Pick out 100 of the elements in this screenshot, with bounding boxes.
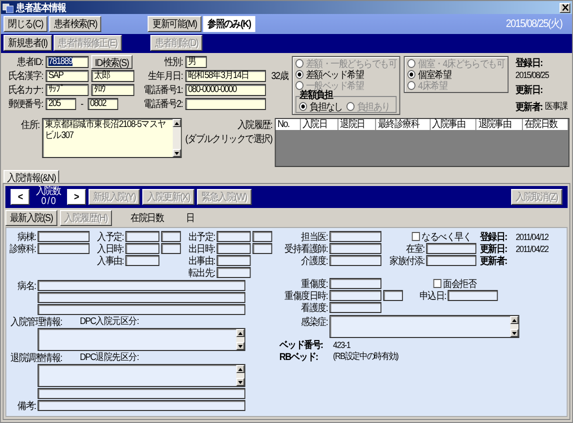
previous-button[interactable]: < [10, 189, 30, 205]
radio-option[interactable]: 差額ベッド希望 [295, 69, 397, 80]
scrollbar[interactable] [236, 329, 244, 350]
input-field[interactable] [216, 243, 251, 254]
input-field[interactable] [185, 98, 266, 110]
input-field[interactable]: ﾀﾛｳ [91, 84, 134, 96]
text-area[interactable] [38, 364, 246, 387]
column-header[interactable]: 退院日 [338, 119, 376, 130]
input-field[interactable] [38, 400, 246, 411]
tab[interactable]: 入院情報(&N) [4, 170, 60, 183]
info-value: 2011/04/22 [516, 244, 548, 254]
mode-tab[interactable]: 参照のみ(K) [203, 16, 256, 32]
input-field[interactable] [252, 231, 272, 242]
scroll-up-button[interactable] [236, 365, 244, 373]
group-title: 差額負担 [300, 91, 333, 101]
scrollbar[interactable] [172, 119, 181, 157]
field-label: 備考: [16, 400, 36, 412]
up-arrow-icon [238, 332, 243, 334]
action-button[interactable]: 新規患者(I) [4, 35, 52, 52]
input-field[interactable] [329, 278, 382, 289]
input-field[interactable]: 昭和58年3月14日 [185, 70, 266, 82]
column-header[interactable]: 退院事由 [476, 119, 522, 130]
scroll-up-button[interactable] [510, 316, 518, 324]
input-field[interactable] [125, 231, 160, 242]
input-field[interactable]: 080-0000-0000 [185, 84, 266, 96]
radio-option[interactable]: 負担なし [298, 101, 342, 112]
info-label: 更新日: [480, 242, 508, 255]
mode-tab[interactable]: 更新可能(M) [148, 16, 202, 32]
radio-option[interactable]: 個室希望 [407, 69, 505, 80]
text-area[interactable] [38, 328, 246, 351]
scroll-down-button[interactable] [236, 342, 244, 350]
input-field[interactable] [329, 243, 382, 254]
column-header[interactable]: 入院日 [300, 119, 338, 130]
checkbox-option[interactable]: 面会拒否 [433, 276, 476, 290]
input-field[interactable]: 205 [46, 98, 76, 110]
input-field[interactable] [252, 243, 272, 254]
toolbar-button[interactable]: 閉じる(C) [4, 16, 48, 32]
up-arrow-icon [174, 122, 180, 124]
scrollbar[interactable] [236, 365, 244, 386]
field-label: 出事由: [187, 254, 215, 268]
column-header[interactable]: 入院事由 [430, 119, 476, 130]
input-field[interactable]: 781889 [46, 56, 89, 68]
input-field[interactable]: SAP [46, 70, 89, 82]
field-label: 病名: [16, 280, 36, 292]
sub-tab[interactable]: 最新入院(S) [5, 210, 58, 226]
scroll-down-button[interactable] [172, 149, 181, 157]
field-label: 在室: [405, 242, 424, 256]
scroll-up-button[interactable] [236, 329, 244, 337]
input-field[interactable]: 太郎 [91, 70, 134, 82]
input-field[interactable] [329, 255, 382, 266]
selected-text: 781889 [48, 57, 72, 66]
input-field[interactable]: 男 [185, 56, 207, 68]
input-field[interactable] [426, 255, 476, 266]
input-field[interactable] [38, 280, 246, 291]
input-field[interactable] [216, 231, 251, 242]
field-label: 出日時: [187, 242, 215, 256]
input-field[interactable] [216, 255, 251, 266]
close-button[interactable] [560, 2, 570, 12]
input-field[interactable] [329, 302, 382, 313]
input-field[interactable] [383, 290, 403, 301]
column-header[interactable]: 最終診療科 [376, 119, 430, 130]
input-field[interactable]: 0802 [87, 98, 118, 110]
scroll-up-button[interactable] [172, 119, 181, 127]
text-area[interactable] [329, 315, 520, 338]
id-search-button[interactable]: ID検索(S) [91, 55, 132, 69]
field-label: 氏名漢字: [7, 70, 43, 83]
input-field[interactable] [38, 243, 90, 254]
address-field[interactable]: 東京都稲城市東長沼2108-5マスヤビル307 [42, 118, 182, 158]
stay-unit: 日 [186, 212, 194, 224]
input-field[interactable] [329, 290, 382, 301]
input-field[interactable] [161, 243, 181, 254]
input-field[interactable] [125, 243, 160, 254]
next-button[interactable]: > [66, 189, 86, 205]
toolbar-button[interactable]: 患者検索(R) [49, 16, 102, 32]
input-field[interactable] [216, 267, 251, 278]
input-field[interactable] [38, 292, 246, 303]
input-field[interactable] [38, 304, 246, 315]
scroll-down-button[interactable] [236, 378, 244, 386]
scrollbar[interactable] [510, 316, 518, 337]
column-header[interactable]: No. [276, 119, 301, 130]
input-field[interactable] [125, 255, 160, 266]
input-field[interactable] [38, 231, 90, 242]
info-label: RBベッド: [279, 350, 319, 364]
input-field[interactable] [38, 388, 246, 399]
info-value: 医事課 [545, 100, 568, 113]
section-label: 退院調整情報: [10, 352, 62, 364]
scroll-down-button[interactable] [510, 329, 518, 337]
input-field[interactable] [426, 243, 476, 254]
history-table[interactable]: No. 入院日 退院日 最終診療科 入院事由 退院事由 在院日数 [274, 118, 570, 167]
input-field[interactable]: ｻｯﾌﾟ [46, 84, 89, 96]
input-field[interactable] [161, 231, 181, 242]
column-header[interactable]: 在院日数 [522, 119, 569, 130]
input-field[interactable] [448, 290, 498, 301]
field-label: 看護度: [300, 302, 328, 314]
info-value: 2015/08/25 [515, 70, 549, 80]
field-label: 重傷度: [300, 278, 328, 290]
input-field[interactable] [329, 231, 382, 242]
checkbox-option[interactable]: なるべく早く [412, 230, 472, 244]
info-label: 登録日: [515, 56, 542, 70]
info-value: (RB設定中の時有効) [333, 350, 398, 363]
